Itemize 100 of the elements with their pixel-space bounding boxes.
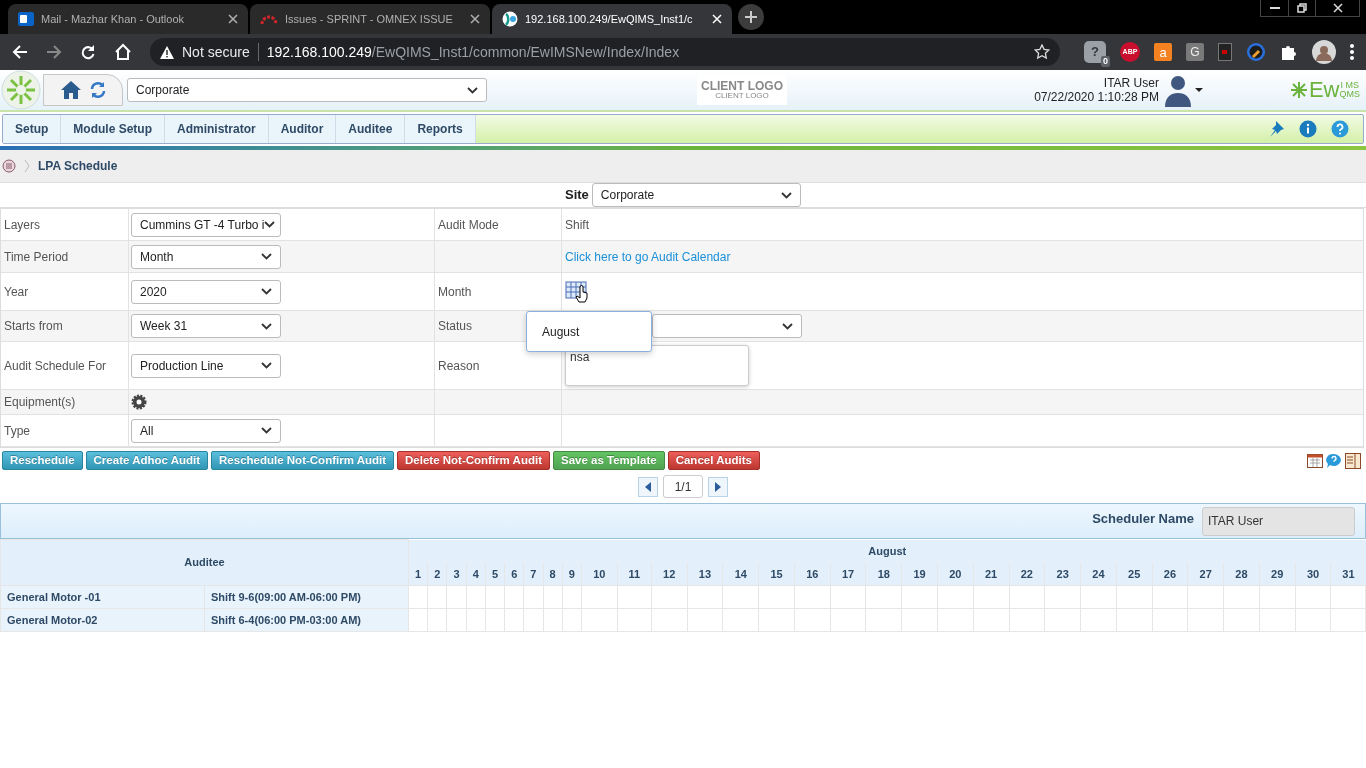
action-button[interactable]: Delete Not-Confirm Audit [397,451,550,470]
puzzle-extension-icon[interactable] [1280,43,1298,61]
previous-page-button[interactable] [638,476,658,497]
profile-avatar-icon[interactable] [1312,40,1336,64]
dropdown[interactable]: Production Line [131,353,281,378]
calendar-pointer-icon[interactable] [565,279,591,304]
field-label: Status [438,318,473,335]
scheduler-name-field: ITAR User [1202,506,1355,536]
pin-icon[interactable] [1267,120,1285,138]
day-header: 18 [865,562,902,586]
day-header: 20 [937,562,974,586]
chevron-down-icon [780,191,792,199]
reason-textarea[interactable]: nsa [565,345,749,386]
warning-icon [160,45,174,59]
shift-cell: Shift 6-4(06:00 PM-03:00 AM) [204,608,409,632]
field-label: Time Period [4,248,69,266]
chevron-right-icon [24,159,30,173]
browser-tab[interactable]: 192.168.100.249/EwQIMS_Inst1/c [492,4,732,34]
close-icon[interactable] [228,14,238,24]
field-label: Audit Schedule For [4,357,107,375]
menu-item[interactable]: Auditor [268,115,337,143]
caret-right-icon [715,481,721,492]
chevron-down-icon [261,322,272,330]
day-header: 13 [687,562,723,586]
day-header: 7 [523,562,544,586]
menu-item[interactable]: Administrator [165,115,269,143]
menu-item[interactable]: Auditee [336,115,406,143]
auditee-header: Auditee [0,539,409,586]
month-option[interactable]: August [542,322,636,341]
tab-title: Issues - SPRINT - OMNEX ISSUE [285,11,454,27]
menu-item[interactable]: Reports [405,115,476,143]
back-arrow-icon[interactable] [12,44,28,60]
day-header: 12 [651,562,688,586]
calendar-icon[interactable] [1307,452,1323,469]
help-bubble-icon[interactable] [1326,452,1342,469]
day-header: 11 [617,562,652,586]
document-extension-icon[interactable] [1218,43,1232,61]
new-tab-button[interactable] [738,4,764,30]
menu-item[interactable]: Setup [3,115,62,143]
day-header: 17 [830,562,866,586]
field-label: Year [4,283,29,301]
month-header: August [408,539,1366,563]
site-label: Site [565,186,589,205]
minimize-icon [1269,6,1280,10]
scheduler-label: Scheduler Name [1092,510,1194,528]
home-icon[interactable] [60,80,82,100]
dropdown[interactable]: Cummins GT -4 Turbo i [131,212,281,237]
next-page-button[interactable] [708,476,728,497]
day-header: 23 [1044,562,1081,586]
star-icon[interactable] [1034,44,1050,60]
field-label: Type [4,422,30,440]
help-icon[interactable] [1331,120,1349,138]
forward-arrow-icon[interactable] [46,44,62,60]
site-dropdown[interactable]: Corporate [127,78,487,102]
field-label: Starts from [4,318,63,335]
day-header: 4 [466,562,486,586]
more-menu-icon[interactable] [1350,44,1354,60]
dropdown[interactable]: 2020 [131,279,281,304]
close-icon[interactable] [470,14,480,24]
extension-badge: 0 [1101,56,1110,67]
day-header: 30 [1295,562,1331,586]
field-label: Audit Mode [438,216,499,234]
info-icon[interactable] [1299,120,1317,138]
field-label: Layers [4,216,41,234]
browser-tab[interactable]: Mail - Mazhar Khan - Outlook [8,4,248,34]
menu-item[interactable]: Module Setup [61,115,165,143]
reload-icon[interactable] [80,44,96,60]
gauge-icon [260,13,278,25]
restore-icon [1297,3,1307,13]
dropdown[interactable]: All [131,418,281,443]
browser-tab[interactable]: Issues - SPRINT - OMNEX ISSUE [250,4,490,34]
day-header: 8 [543,562,563,586]
day-header: 28 [1223,562,1260,586]
day-header: 26 [1152,562,1188,586]
chevron-down-icon [261,253,272,260]
home-icon[interactable] [114,43,132,61]
action-button[interactable]: Cancel Audits [667,451,760,470]
day-header: 16 [794,562,831,586]
day-header: 9 [562,562,582,586]
letter-extension-icon[interactable]: G [1186,43,1204,61]
day-header: 15 [758,562,795,586]
broom-extension-icon[interactable] [1246,42,1266,62]
address-field[interactable]: Not secure 192.168.100.249/EwQIMS_Inst1/common/EwIMSNew/Index/Index [150,38,1060,66]
gear-icon[interactable] [131,394,147,410]
day-header: 27 [1187,562,1224,586]
dropdown[interactable]: Month [131,244,281,269]
user-name: ITAR User [1103,76,1159,90]
user-avatar-icon[interactable] [1162,73,1203,107]
day-header: 21 [973,562,1009,586]
refresh-icon[interactable] [90,81,106,99]
day-header: 14 [722,562,759,586]
dropdown[interactable]: Week 31 [131,314,281,338]
tab-title: Mail - Mazhar Khan - Outlook [41,11,186,27]
columns-icon[interactable] [1345,452,1361,469]
mail-icon [18,11,34,27]
day-header: 10 [581,562,618,586]
tab-title: 192.168.100.249/EwQIMS_Inst1/c [525,11,694,27]
day-header: 3 [446,562,467,586]
chevron-down-icon [467,86,478,94]
site-dropdown[interactable]: Corporate [591,183,801,207]
